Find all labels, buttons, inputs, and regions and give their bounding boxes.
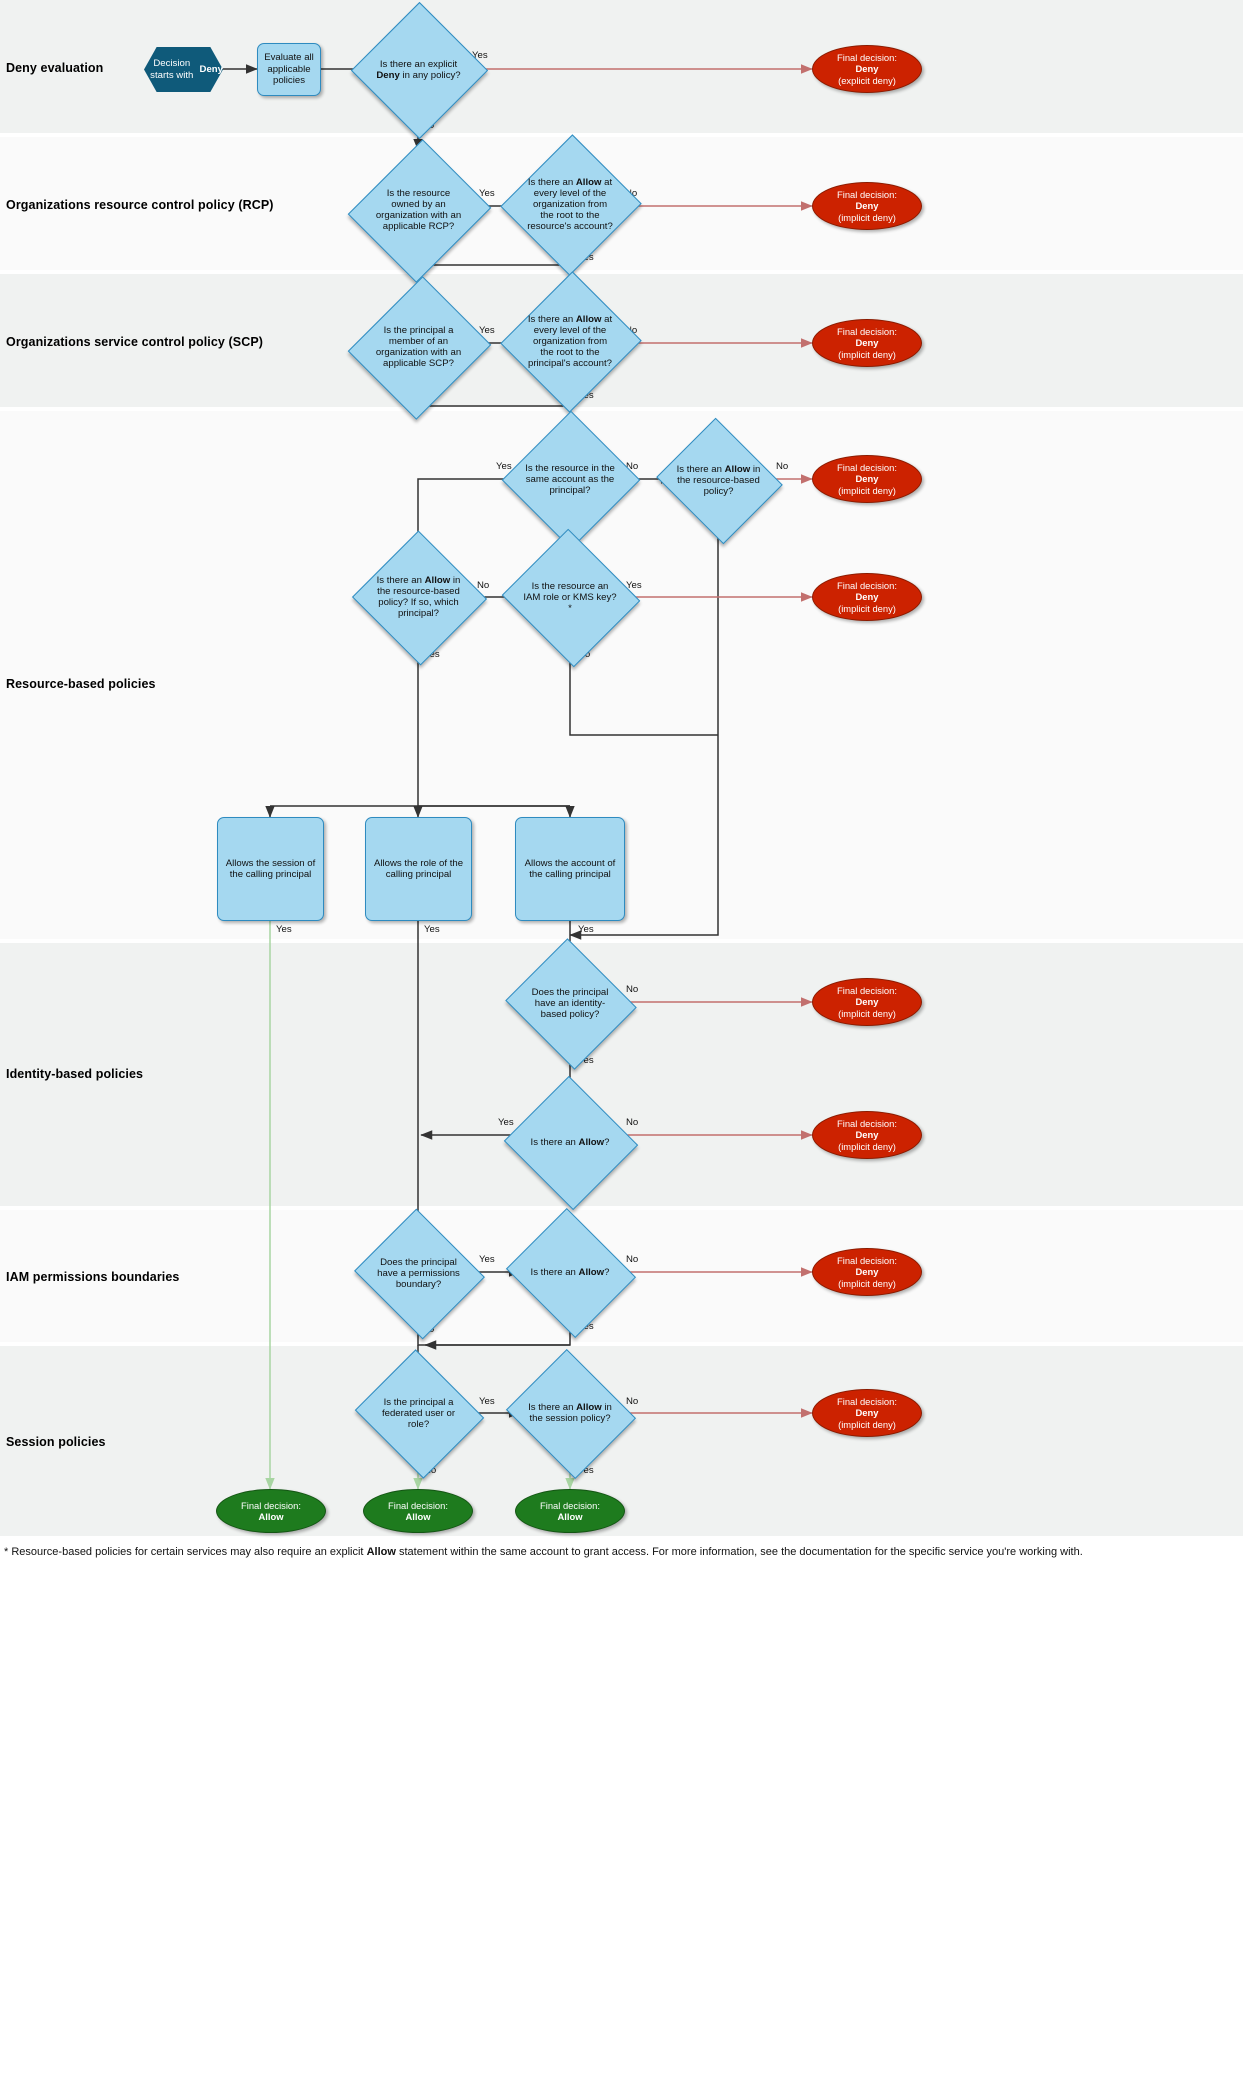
terminal-deny-implicit-boundary[interactable]: Final decision: Deny (implicit deny): [812, 1248, 922, 1296]
terminal-deny-implicit-identity-missing[interactable]: Final decision: Deny (implicit deny): [812, 978, 922, 1026]
node-question-has-permissions-boundary[interactable]: Does the principal have a permissions bo…: [354, 1208, 485, 1340]
terminal-line-2: Allow: [405, 1511, 431, 1522]
node-question-rbp-allow-cross-account[interactable]: Is there an Allow in the resource-based …: [656, 417, 783, 545]
terminal-deny-implicit-rbp[interactable]: Final decision: Deny (implicit deny): [812, 573, 922, 621]
footnote-part-1: * Resource-based policies for certain se…: [4, 1546, 367, 1558]
edge-label-yes: Yes: [424, 924, 440, 935]
terminal-deny-implicit-session[interactable]: Final decision: Deny (implicit deny): [812, 1389, 922, 1437]
edge-label-no: No: [477, 580, 490, 591]
terminal-line-2: Deny: [855, 1129, 879, 1141]
terminal-line-1: Final decision:: [837, 1255, 897, 1267]
edge-label-yes: Yes: [479, 1396, 495, 1407]
footnote-bold-allow: Allow: [366, 1546, 396, 1558]
terminal-line-2: Allow: [557, 1511, 583, 1522]
terminal-line-3: (implicit deny): [838, 1277, 896, 1289]
band-identity-based: [0, 943, 1243, 1206]
node-allows-role-of-calling-principal[interactable]: Allows the role of the calling principal: [365, 817, 472, 921]
terminal-line-2: Deny: [855, 1266, 879, 1278]
terminal-line-2: Deny: [855, 473, 879, 485]
edge-label-yes: Yes: [498, 1117, 514, 1128]
edge-label-no: No: [776, 461, 789, 472]
terminal-line-2: Deny: [855, 1407, 879, 1419]
band-label-permissions-boundaries: IAM permissions boundaries: [6, 1270, 180, 1284]
terminal-line-3: (implicit deny): [838, 1418, 896, 1430]
terminal-line-2: Deny: [855, 200, 879, 212]
node-question-boundary-allow[interactable]: Is there an Allow?: [505, 1207, 637, 1339]
node-question-rcp-allow-every-level[interactable]: Is there an Allow at every level of the …: [500, 134, 642, 276]
node-question-rcp-owned[interactable]: Is the resource owned by an organization…: [347, 139, 492, 283]
terminal-allow-role-path[interactable]: Final decision: Allow: [363, 1489, 473, 1533]
terminal-line-1: Final decision:: [540, 1499, 600, 1511]
node-question-identity-allow[interactable]: Is there an Allow?: [503, 1075, 639, 1211]
node-evaluate-policies[interactable]: Evaluate all applicable policies: [257, 43, 321, 96]
terminal-line-1: Final decision:: [388, 1499, 448, 1511]
band-label-deny-evaluation: Deny evaluation: [6, 61, 104, 75]
band-label-scp: Organizations service control policy (SC…: [6, 335, 264, 349]
terminal-line-2: Deny: [855, 63, 879, 75]
edge-label-no: No: [626, 984, 639, 995]
terminal-line-2: Allow: [258, 1511, 284, 1522]
terminal-line-1: Final decision:: [837, 189, 897, 201]
node-allows-session-of-calling-principal[interactable]: Allows the session of the calling princi…: [217, 817, 324, 921]
node-question-scp-allow-every-level[interactable]: Is there an Allow at every level of the …: [500, 271, 642, 413]
node-allows-account-of-calling-principal[interactable]: Allows the account of the calling princi…: [515, 817, 625, 921]
edge-label-no: No: [626, 1396, 639, 1407]
terminal-line-1: Final decision:: [837, 326, 897, 338]
band-label-identity-based: Identity-based policies: [6, 1067, 144, 1081]
terminal-line-3: (implicit deny): [838, 1007, 896, 1019]
terminal-allow-account-path[interactable]: Final decision: Allow: [515, 1489, 625, 1533]
terminal-deny-implicit-scp[interactable]: Final decision: Deny (implicit deny): [812, 319, 922, 367]
terminal-allow-session-path[interactable]: Final decision: Allow: [216, 1489, 326, 1533]
band-label-resource-based: Resource-based policies: [6, 677, 156, 691]
terminal-deny-implicit-rcp[interactable]: Final decision: Deny (implicit deny): [812, 182, 922, 230]
terminal-line-1: Final decision:: [837, 462, 897, 474]
band-label-rcp: Organizations resource control policy (R…: [6, 198, 274, 212]
node-question-rbp-which-principal[interactable]: Is there an Allow in the resource-based …: [351, 530, 488, 666]
footnote: * Resource-based policies for certain se…: [4, 1545, 1234, 1560]
node-question-has-identity-based-policy[interactable]: Does the principal have an identity-base…: [505, 938, 637, 1070]
terminal-deny-implicit-rbp-cross[interactable]: Final decision: Deny (implicit deny): [812, 455, 922, 503]
terminal-line-1: Final decision:: [241, 1499, 301, 1511]
edge-label-no: No: [626, 1254, 639, 1265]
edge-label-yes: Yes: [578, 924, 594, 935]
edge-label-yes: Yes: [496, 461, 512, 472]
terminal-line-3: (implicit deny): [838, 348, 896, 360]
node-start-decision[interactable]: Decision starts with Deny: [144, 47, 223, 92]
edge-label-yes: Yes: [276, 924, 292, 935]
terminal-line-1: Final decision:: [837, 1396, 897, 1408]
terminal-line-3: (implicit deny): [838, 1140, 896, 1152]
terminal-line-2: Deny: [855, 996, 879, 1008]
node-question-session-policy-allow[interactable]: Is there an Allow in the session policy?: [505, 1348, 637, 1480]
terminal-line-2: Deny: [855, 337, 879, 349]
terminal-line-1: Final decision:: [837, 1118, 897, 1130]
node-question-same-account[interactable]: Is the resource in the same account as t…: [501, 410, 641, 550]
iam-policy-evaluation-flowchart: Deny evaluation Organizations resource c…: [0, 0, 1243, 2090]
node-question-explicit-deny[interactable]: Is there an explicit Deny in any policy?: [350, 1, 489, 140]
terminal-line-1: Final decision:: [837, 985, 897, 997]
terminal-deny-explicit[interactable]: Final decision: Deny (explicit deny): [812, 45, 922, 93]
edge-label-yes: Yes: [479, 1254, 495, 1265]
terminal-line-3: (explicit deny): [838, 74, 896, 86]
band-label-session-policies: Session policies: [6, 1435, 106, 1449]
terminal-line-3: (implicit deny): [838, 211, 896, 223]
node-question-iam-role-or-kms-key[interactable]: Is the resource an IAM role or KMS key?*: [501, 528, 641, 668]
footnote-part-2: statement within the same account to gra…: [395, 1546, 1083, 1558]
terminal-line-2: Deny: [855, 591, 879, 603]
terminal-deny-implicit-identity-allow[interactable]: Final decision: Deny (implicit deny): [812, 1111, 922, 1159]
terminal-line-1: Final decision:: [837, 52, 897, 64]
terminal-line-1: Final decision:: [837, 580, 897, 592]
terminal-line-3: (implicit deny): [838, 484, 896, 496]
node-question-federated-user-or-role[interactable]: Is the principal a federated user or rol…: [354, 1349, 485, 1479]
terminal-line-3: (implicit deny): [838, 602, 896, 614]
edge-label-no: No: [626, 1117, 639, 1128]
node-question-scp-member[interactable]: Is the principal a member of an organiza…: [347, 276, 492, 420]
